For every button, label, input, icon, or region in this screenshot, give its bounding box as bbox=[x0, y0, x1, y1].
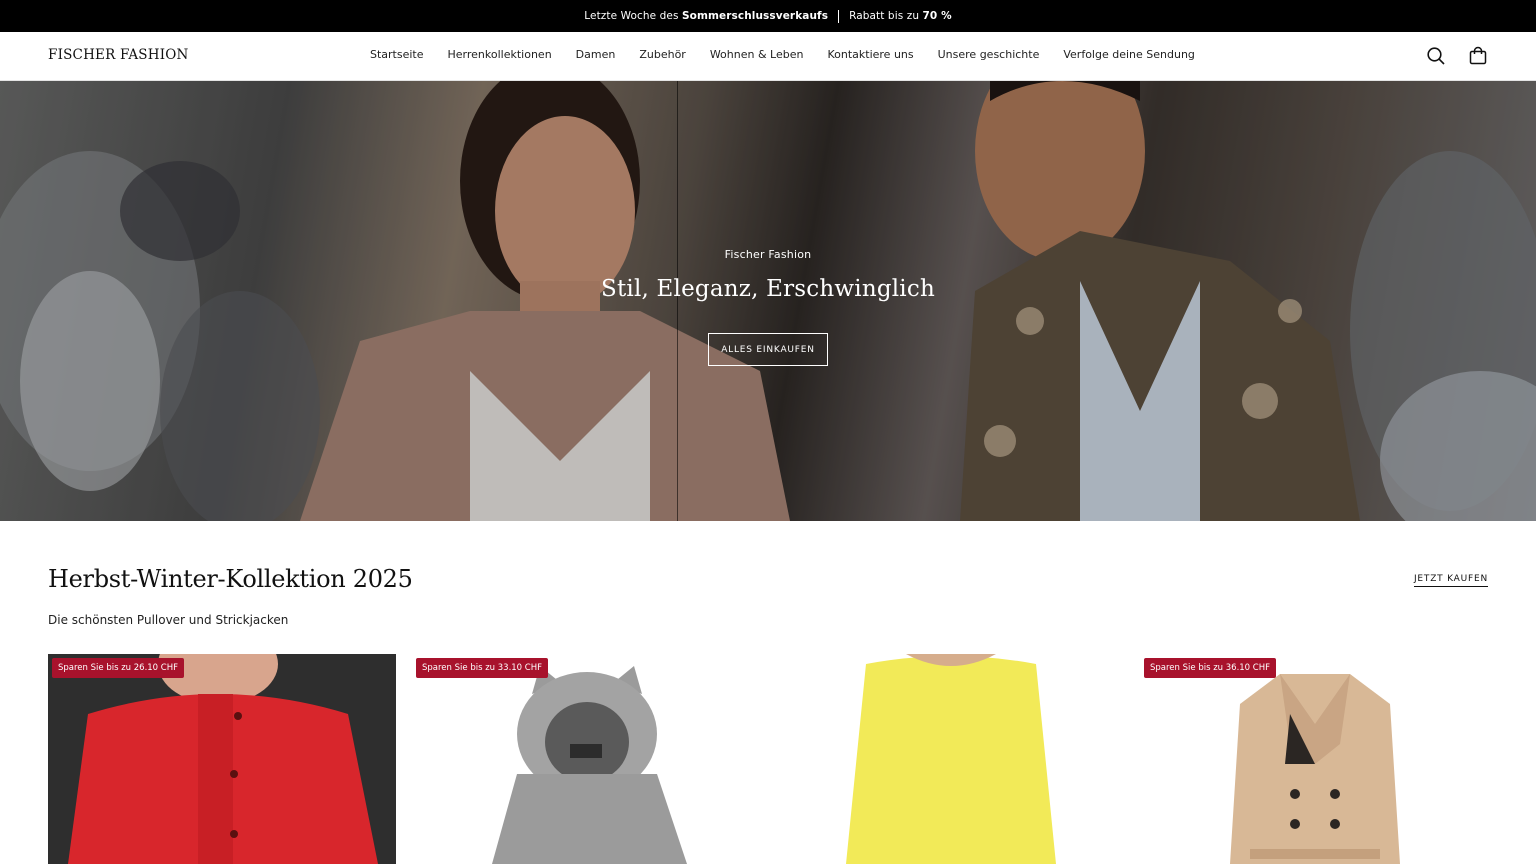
product-image bbox=[412, 654, 760, 864]
product-card[interactable]: Sparen Sie bis zu 36.10 CHF bbox=[1140, 654, 1488, 864]
product-image bbox=[776, 654, 1124, 864]
site-header: FISCHER FASHION Startseite Herrenkollekt… bbox=[0, 32, 1536, 81]
product-card[interactable]: Sparen Sie bis zu 33.10 CHF bbox=[412, 654, 760, 864]
product-card[interactable] bbox=[776, 654, 1124, 864]
nav-item-wohnen-leben[interactable]: Wohnen & Leben bbox=[710, 48, 804, 61]
nav-item-startseite[interactable]: Startseite bbox=[370, 48, 424, 61]
announcement-text-a: Letzte Woche des bbox=[584, 10, 682, 22]
shop-all-button[interactable]: ALLES EINKAUFEN bbox=[708, 333, 828, 366]
announcement-divider bbox=[838, 9, 840, 23]
nav-item-verfolge-sendung[interactable]: Verfolge deine Sendung bbox=[1063, 48, 1195, 61]
logo[interactable]: FISCHER FASHION bbox=[48, 47, 189, 63]
discount-badge: Sparen Sie bis zu 26.10 CHF bbox=[52, 658, 185, 678]
product-image bbox=[1140, 654, 1488, 864]
shopping-bag-icon[interactable] bbox=[1468, 46, 1488, 66]
shop-now-link[interactable]: JETZT KAUFEN bbox=[1413, 574, 1488, 587]
announcement-text: Letzte Woche des Sommerschlussverkaufs bbox=[584, 10, 828, 22]
hero-title: Stil, Eleganz, Erschwinglich bbox=[601, 276, 935, 302]
nav-item-zubehoer[interactable]: Zubehör bbox=[639, 48, 685, 61]
main-nav: Startseite Herrenkollektionen Damen Zube… bbox=[370, 48, 1195, 61]
product-image bbox=[48, 654, 396, 864]
header-icons bbox=[1426, 46, 1488, 66]
announcement-text-b-bold: 70 % bbox=[922, 10, 952, 22]
hero-eyebrow: Fischer Fashion bbox=[724, 248, 812, 261]
nav-item-kontaktiere-uns[interactable]: Kontaktiere uns bbox=[827, 48, 913, 61]
hero-banner: Fischer Fashion Stil, Eleganz, Erschwing… bbox=[0, 81, 1536, 521]
product-card[interactable]: Sparen Sie bis zu 26.10 CHF bbox=[48, 654, 396, 864]
announcement-text-b: Rabatt bis zu bbox=[849, 10, 923, 22]
announcement-bar: Letzte Woche des Sommerschlussverkaufs R… bbox=[0, 0, 1536, 32]
announcement-discount: Rabatt bis zu 70 % bbox=[849, 10, 952, 22]
search-icon[interactable] bbox=[1426, 46, 1446, 66]
collection-subtitle: Die schönsten Pullover und Strickjacken bbox=[48, 613, 289, 627]
collection-title: Herbst-Winter-Kollektion 2025 bbox=[48, 565, 413, 593]
announcement-text-a-bold: Sommerschlussverkaufs bbox=[681, 10, 829, 22]
nav-item-unsere-geschichte[interactable]: Unsere geschichte bbox=[938, 48, 1040, 61]
nav-item-herrenkollektionen[interactable]: Herrenkollektionen bbox=[448, 48, 552, 61]
discount-badge: Sparen Sie bis zu 33.10 CHF bbox=[416, 658, 549, 678]
product-grid: Sparen Sie bis zu 26.10 CHF Sparen Sie b… bbox=[48, 654, 1488, 864]
hero-content: Fischer Fashion Stil, Eleganz, Erschwing… bbox=[0, 81, 1536, 521]
discount-badge: Sparen Sie bis zu 36.10 CHF bbox=[1144, 658, 1277, 678]
nav-item-damen[interactable]: Damen bbox=[576, 48, 616, 61]
